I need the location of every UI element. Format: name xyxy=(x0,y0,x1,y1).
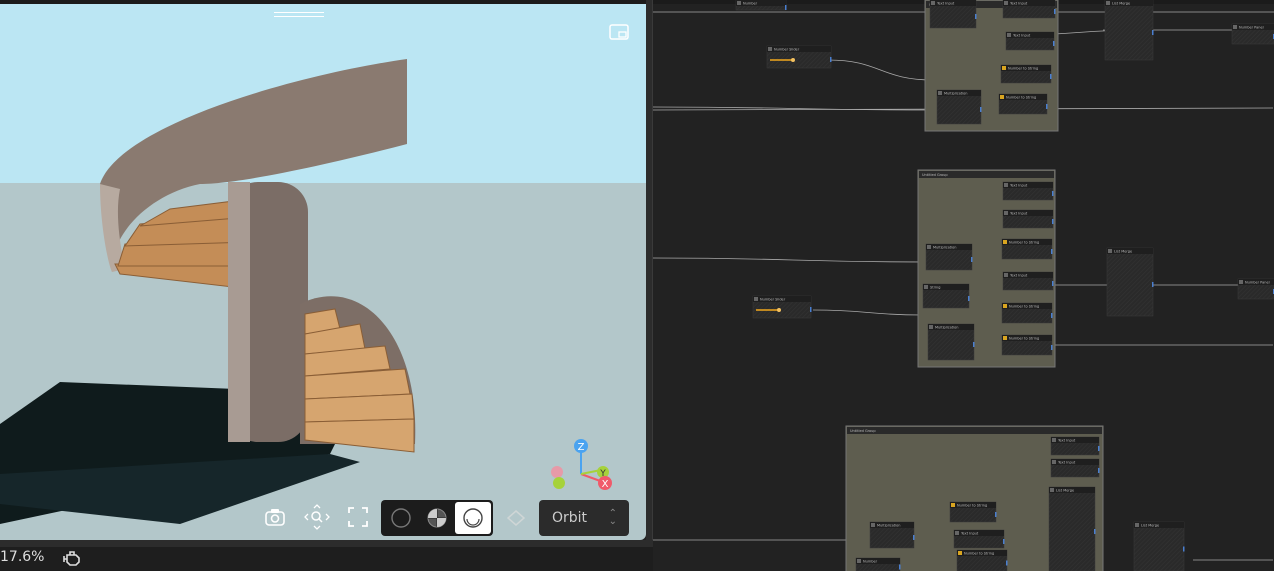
graph-node[interactable]: Text Input xyxy=(1050,436,1100,456)
node-title: Number xyxy=(863,560,878,564)
node-title: List Merge xyxy=(1141,524,1159,528)
node-title: Text Input xyxy=(1009,274,1028,278)
view-mode-value: Orbit xyxy=(552,510,588,526)
wire xyxy=(653,257,934,263)
graph-node[interactable]: Text Input xyxy=(1002,271,1054,291)
layers-icon[interactable] xyxy=(505,507,527,529)
wire xyxy=(827,59,934,81)
node-title: Number to String xyxy=(957,504,987,508)
3d-viewport[interactable]: Z Y X Orbit ⌃ ⌄ xyxy=(0,4,646,540)
graph-node[interactable]: Text Input xyxy=(1002,0,1056,19)
graph-node[interactable]: Text Input xyxy=(1050,458,1100,478)
graph-node[interactable]: Multiplication xyxy=(925,243,973,271)
lower-steps xyxy=(304,308,415,453)
graph-node[interactable]: Multiplication xyxy=(869,521,915,549)
graph-node[interactable]: Text Input xyxy=(1005,31,1055,51)
node-title: Number to String xyxy=(1009,305,1039,309)
graph-node[interactable]: String xyxy=(922,283,970,309)
node-title: Text Input xyxy=(1009,184,1028,188)
node-title: List Merge xyxy=(1112,2,1130,6)
graph-node[interactable]: List Merge xyxy=(1048,486,1096,571)
node-title: Number Panel xyxy=(1245,281,1270,285)
clay-sphere-icon xyxy=(463,508,483,528)
graph-node[interactable]: Number to String xyxy=(1001,334,1053,356)
graph-node[interactable]: Number Panel xyxy=(1237,278,1274,300)
graph-node[interactable]: Number xyxy=(855,557,901,571)
graph-node[interactable]: Number to String xyxy=(1000,64,1052,84)
graph-node[interactable]: Number to String xyxy=(1001,302,1053,324)
node-title: Text Input xyxy=(1012,34,1031,38)
graph-node[interactable]: Number to String xyxy=(949,501,997,523)
graph-node[interactable]: List Merge xyxy=(1133,521,1185,571)
node-title: Multiplication xyxy=(935,326,959,330)
node-title: Text Input xyxy=(960,532,979,536)
graph-node[interactable]: Number to String xyxy=(956,549,1008,571)
group-title: Untitled Group xyxy=(850,429,876,433)
svg-text:Z: Z xyxy=(578,442,585,453)
view-mode-select[interactable]: Orbit ⌃ ⌄ xyxy=(539,500,629,536)
node-title: Text Input xyxy=(1057,439,1076,443)
graph-node[interactable]: Number to String xyxy=(998,93,1048,115)
svg-text:X: X xyxy=(602,479,609,490)
screenshot-button[interactable] xyxy=(262,499,288,535)
shaded-sphere-icon xyxy=(427,508,447,528)
node-title: Number to String xyxy=(1006,96,1036,100)
status-bar: 17.6% xyxy=(0,547,653,571)
render-mode-toggle[interactable] xyxy=(381,500,493,536)
wire xyxy=(812,309,924,316)
node-title: Text Input xyxy=(1057,461,1076,465)
graph-node[interactable]: Text Input xyxy=(929,0,977,29)
camera-icon xyxy=(265,509,285,526)
node-title: Number xyxy=(743,2,758,6)
graph-node[interactable]: Text Input xyxy=(1002,181,1054,201)
graph-node[interactable]: Number Panel xyxy=(1231,23,1274,45)
node-title: List Merge xyxy=(1114,250,1132,254)
group-title: Untitled Group xyxy=(922,173,948,177)
node-title: Number to String xyxy=(1009,337,1039,341)
graph-node[interactable]: Number Slider xyxy=(752,295,812,319)
fullscreen-icon xyxy=(348,507,368,527)
viewport-frame[interactable] xyxy=(646,0,653,547)
node-title: List Merge xyxy=(1056,489,1074,493)
node-title: Multiplication xyxy=(944,92,968,96)
graph-node[interactable]: List Merge xyxy=(1104,0,1154,61)
node-title: Text Input xyxy=(1009,2,1028,6)
zoom-pan-icon xyxy=(304,504,330,530)
render-mode-shaded[interactable] xyxy=(419,502,455,534)
picture-in-picture-icon[interactable] xyxy=(608,22,630,42)
graph-node[interactable]: Number to String xyxy=(1001,238,1053,260)
render-mode-clay[interactable] xyxy=(455,502,491,534)
wireframe-sphere-icon xyxy=(391,508,411,528)
node-title: Multiplication xyxy=(933,246,957,250)
graph-node[interactable]: Number Slider xyxy=(766,45,832,69)
node-title: Text Input xyxy=(1009,212,1028,216)
engine-icon[interactable] xyxy=(60,548,82,568)
node-title: Multiplication xyxy=(877,524,901,528)
node-title: Number to String xyxy=(1009,241,1039,245)
node-title: Text Input xyxy=(936,2,955,6)
graph-node[interactable]: Text Input xyxy=(953,529,1005,549)
render-mode-wireframe[interactable] xyxy=(383,502,419,534)
drag-handle[interactable] xyxy=(274,12,324,17)
axis-gizmo[interactable]: Z Y X xyxy=(545,434,620,494)
node-title: String xyxy=(930,286,940,290)
node-title: Number to String xyxy=(1008,67,1038,71)
viewport-frame-bottom xyxy=(0,540,653,547)
zoom-extents-button[interactable] xyxy=(303,499,331,535)
node-title: Number Panel xyxy=(1239,26,1264,30)
node-title: Number Slider xyxy=(774,48,800,52)
graph-node[interactable]: Number xyxy=(735,0,787,11)
zoom-level: 17.6% xyxy=(0,549,45,565)
graph-node[interactable]: Multiplication xyxy=(927,323,975,361)
graph-node[interactable]: List Merge xyxy=(1106,247,1154,317)
node-title: Number to String xyxy=(964,552,994,556)
fullscreen-button[interactable] xyxy=(345,499,371,535)
node-graph-canvas[interactable]: Untitled GroupUntitled GroupUntitled Gro… xyxy=(653,0,1274,571)
graph-node[interactable]: Multiplication xyxy=(936,89,982,125)
chevron-updown-icon: ⌃ ⌄ xyxy=(608,508,617,527)
graph-node[interactable]: Text Input xyxy=(1002,209,1054,229)
node-title: Number Slider xyxy=(760,298,786,302)
